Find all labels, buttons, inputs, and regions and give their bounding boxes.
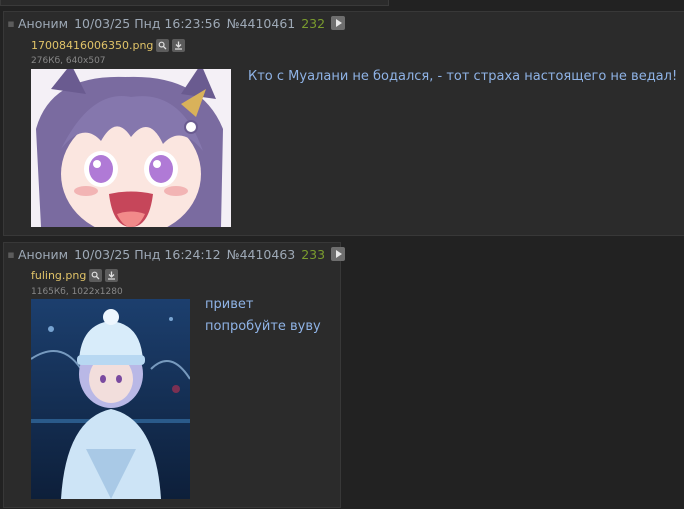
post: ▪ Аноним 10/03/25 Пнд 16:24:12 №4410463 … (3, 242, 346, 508)
post-header: ▪ Аноним 10/03/25 Пнд 16:23:56 №4410461 … (4, 12, 346, 34)
previous-post-edge (0, 0, 389, 6)
post-arrow-icon: ▪ (7, 247, 15, 261)
file-meta: 1165Кб, 1022x1280 (31, 287, 123, 297)
play-icon[interactable] (331, 247, 346, 261)
post-header: ▪ Аноним 10/03/25 Пнд 16:24:12 №4410463 … (4, 243, 346, 265)
file-line: 17008416006350.png (31, 39, 186, 52)
post-message: привет попробуйте вуву (205, 294, 321, 338)
post-number-link[interactable]: №4410461 (227, 16, 296, 31)
post-thumbnail-image[interactable] (31, 299, 190, 499)
post-message: Кто с Муалани не бодался, - тот страха н… (248, 66, 677, 88)
search-icon[interactable] (89, 269, 103, 282)
message-line: привет (205, 297, 254, 312)
download-icon[interactable] (105, 269, 119, 282)
post: ▪ Аноним 10/03/25 Пнд 16:23:56 №4410461 … (3, 11, 684, 236)
message-line: Кто с Муалани не бодался, - тот страха н… (248, 69, 678, 84)
message-line: попробуйте вуву (205, 319, 321, 334)
post-author: Аноним (18, 246, 69, 262)
post-thumbnail-image[interactable] (31, 69, 231, 227)
file-name-link[interactable]: fuling.png (31, 269, 86, 282)
search-icon[interactable] (156, 39, 170, 52)
post-author: Аноним (18, 15, 69, 31)
post-arrow-icon: ▪ (7, 16, 15, 30)
play-icon[interactable] (331, 16, 346, 30)
download-icon[interactable] (172, 39, 186, 52)
post-count: 232 (301, 15, 326, 31)
post-count: 233 (301, 246, 326, 262)
file-meta: 276Кб, 640x507 (31, 56, 106, 66)
post-date: 10/03/25 Пнд 16:24:12 (74, 246, 221, 262)
file-name-link[interactable]: 17008416006350.png (31, 39, 153, 52)
post-number-link[interactable]: №4410463 (227, 247, 296, 262)
post-date: 10/03/25 Пнд 16:23:56 (74, 15, 221, 31)
file-line: fuling.png (31, 269, 119, 282)
